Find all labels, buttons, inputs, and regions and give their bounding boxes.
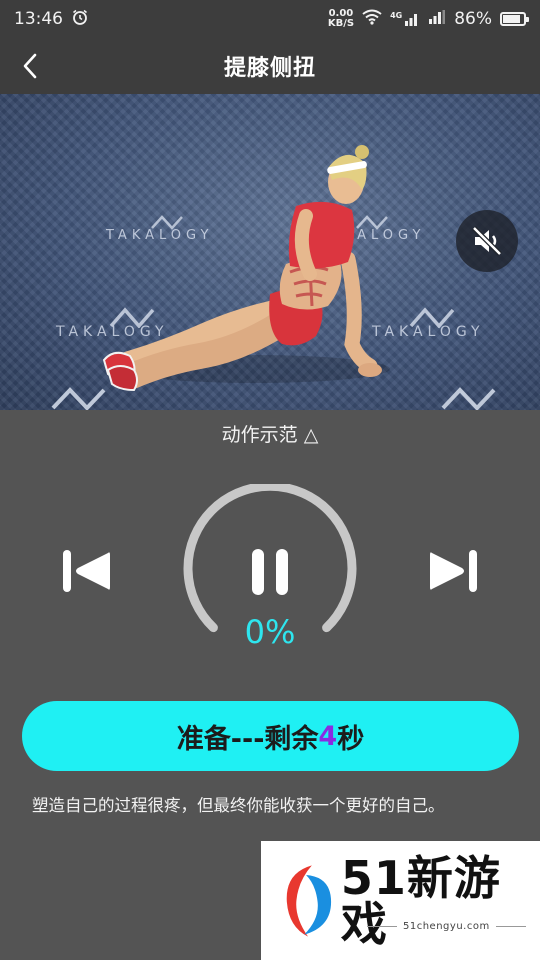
previous-button[interactable] xyxy=(58,545,116,597)
ready-suffix: 秒 xyxy=(337,723,365,755)
motivation-text: 塑造自己的过程很疼，但最终你能收获一个更好的自己。 xyxy=(32,796,445,815)
signal-icon: 4G xyxy=(390,11,420,27)
status-bar: 13:46 0.00 KB/S 4G 86% xyxy=(0,0,540,38)
page-title: 提膝侧扭 xyxy=(223,56,316,81)
mute-button[interactable] xyxy=(456,210,518,272)
battery-level xyxy=(503,15,521,23)
volume-mute-icon xyxy=(472,226,502,256)
skip-next-icon xyxy=(430,550,477,592)
net-speed-unit: KB/S xyxy=(327,18,355,29)
exercise-video[interactable]: TAKALOGY TAKALOGY TAKALOGY TAKALOGY xyxy=(0,94,540,410)
site-logo-icon xyxy=(286,864,332,937)
pause-button[interactable] xyxy=(243,545,297,599)
wifi-icon xyxy=(362,9,382,30)
progress-percent: 0% xyxy=(244,613,296,651)
network-speed: 0.00 KB/S xyxy=(328,9,354,29)
status-time: 13:46 xyxy=(14,9,63,29)
battery-percent: 86% xyxy=(454,9,492,29)
brand-logo-watermark xyxy=(441,387,496,410)
exercise-demonstration-figure xyxy=(102,145,390,392)
signal-icon xyxy=(428,9,446,30)
battery-icon xyxy=(500,12,529,26)
next-button[interactable] xyxy=(424,545,482,597)
ready-prefix: 准备---剩余 xyxy=(176,723,319,755)
chevron-left-icon xyxy=(23,53,37,79)
site-watermark: 51新游戏 51chengyu.com xyxy=(261,841,540,960)
site-name: 51新游戏 xyxy=(340,850,501,951)
header: 提膝侧扭 xyxy=(0,38,540,94)
back-button[interactable] xyxy=(14,50,46,82)
demo-toggle[interactable]: 动作示范 △ xyxy=(0,420,540,447)
pause-icon xyxy=(252,549,288,595)
alarm-icon xyxy=(71,8,89,31)
skip-previous-icon xyxy=(63,550,110,592)
ready-countdown-button[interactable]: 准备---剩余 4 秒 xyxy=(22,701,519,771)
site-url: 51chengyu.com xyxy=(361,921,532,932)
countdown-seconds: 4 xyxy=(318,720,338,752)
signal-label: 4G xyxy=(390,11,403,20)
